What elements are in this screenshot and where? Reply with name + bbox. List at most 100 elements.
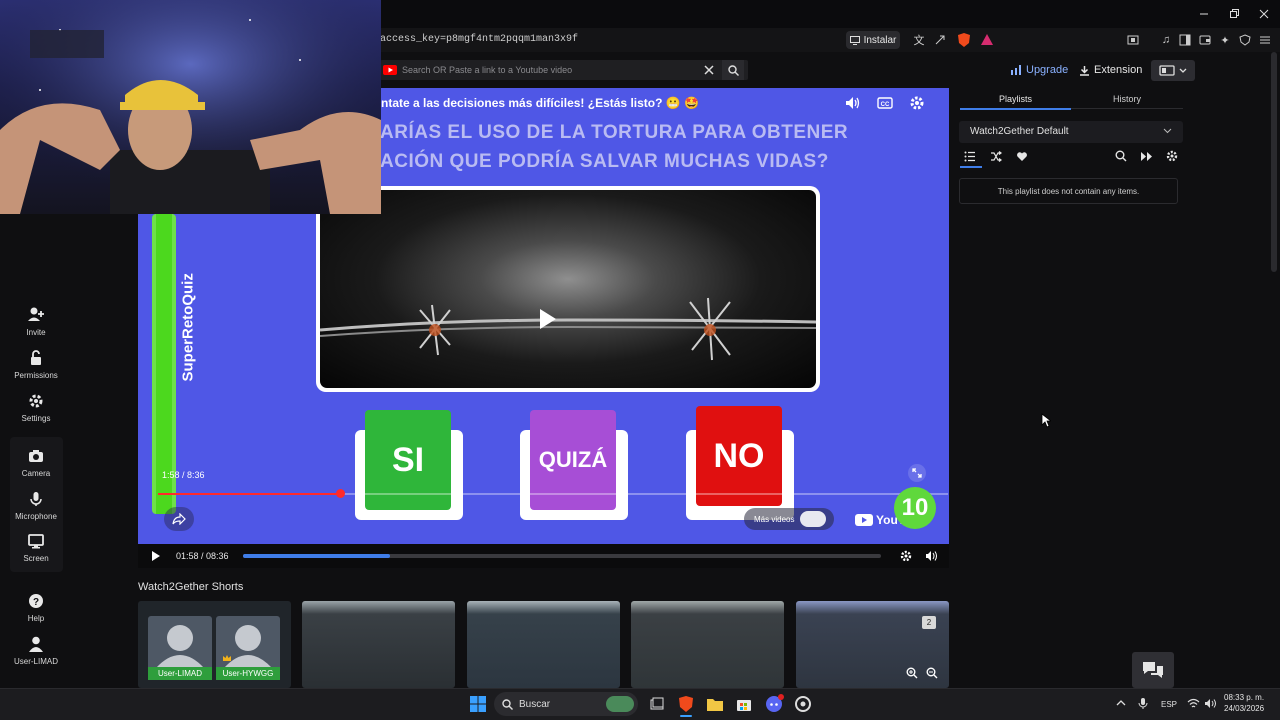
menu-icon[interactable] [1257, 32, 1273, 48]
sidebar-item-camera[interactable]: Camera [8, 447, 64, 478]
playlist-select[interactable]: Watch2Gether Default [959, 121, 1183, 143]
file-explorer-icon[interactable] [707, 697, 723, 711]
search-button[interactable] [722, 60, 744, 80]
list-view-icon[interactable] [964, 151, 976, 162]
chat-icon [1143, 662, 1163, 678]
restore-icon [1230, 9, 1239, 18]
user-video-tile[interactable]: User-HYWGG [216, 616, 280, 680]
question-line: ARÍAS EL USO DE LA TORTURA PARA OBTENER [380, 122, 849, 143]
zoom-out-icon[interactable] [926, 667, 938, 679]
clear-search-icon[interactable] [704, 65, 714, 75]
tab-playlists[interactable]: Playlists [999, 94, 1032, 104]
zoom-in-icon[interactable] [906, 667, 918, 679]
microphone-icon [27, 490, 45, 508]
chat-button[interactable] [1132, 652, 1174, 688]
taskbar-search[interactable]: Buscar [494, 692, 638, 716]
store-icon[interactable] [736, 696, 752, 712]
fast-forward-icon[interactable] [1140, 151, 1153, 162]
install-app-icon [849, 35, 860, 45]
sidebar-item-invite[interactable]: Invite [8, 306, 64, 337]
clock-date: 24/03/2026 [1224, 704, 1265, 713]
heart-icon[interactable] [1016, 151, 1028, 162]
task-view-icon[interactable] [650, 697, 664, 711]
screenshot-icon[interactable] [1125, 32, 1141, 48]
captions-icon[interactable]: CC [877, 96, 893, 110]
barbed-wire-graphic [320, 297, 816, 361]
short-card[interactable] [467, 601, 620, 688]
active-tab-indicator [960, 108, 1071, 110]
layout-dropdown-button[interactable] [1151, 60, 1195, 81]
taskbar-clock[interactable]: 08:33 p. m. 24/03/2026 [1224, 692, 1264, 714]
vpn-shield-icon[interactable] [1237, 32, 1253, 48]
brave-rewards-icon[interactable] [980, 33, 994, 47]
close-window-button[interactable] [1258, 8, 1270, 20]
play-icon[interactable] [538, 308, 558, 330]
upgrade-button[interactable]: Upgrade [1010, 64, 1068, 76]
windows-taskbar [0, 688, 1280, 720]
playback-time: 01:58 / 08:36 [176, 551, 229, 561]
tray-microphone-icon[interactable] [1138, 697, 1148, 710]
short-card[interactable] [302, 601, 455, 688]
more-videos-thumb [800, 511, 827, 527]
chrome-icon[interactable] [795, 696, 811, 712]
sidebar-item-screen[interactable]: Screen [8, 532, 64, 563]
wallet-icon[interactable] [1197, 32, 1213, 48]
minimize-icon [1200, 13, 1208, 15]
sidebar-toggle-icon[interactable] [1177, 32, 1193, 48]
sidebar-item-user[interactable]: User-LIMAD [8, 635, 64, 666]
play-icon [152, 551, 160, 561]
wifi-icon[interactable] [1187, 698, 1200, 709]
more-videos-label: Más videos [754, 514, 795, 524]
close-icon [1259, 9, 1269, 19]
brave-shield-icon[interactable] [957, 32, 971, 48]
share-icon[interactable] [932, 32, 948, 48]
install-button[interactable]: Instalar [846, 31, 900, 49]
tab-history[interactable]: History [1113, 94, 1141, 104]
sidebar-item-settings[interactable]: Settings [8, 392, 64, 423]
answer-option: SI [355, 410, 463, 520]
speaker-icon[interactable] [1204, 698, 1217, 709]
more-videos-button[interactable]: Más videos [744, 508, 834, 530]
clock-time: 08:33 p. m. [1224, 693, 1265, 702]
search-input[interactable] [402, 60, 702, 80]
language-indicator[interactable]: ESP [1161, 700, 1177, 709]
shuffle-icon[interactable] [990, 151, 1002, 162]
search-icon [502, 698, 513, 710]
sidebar-item-microphone[interactable]: Microphone [8, 490, 64, 521]
share-arrow-icon[interactable] [164, 507, 194, 531]
play-button[interactable] [151, 550, 161, 562]
tray-overflow-icon[interactable] [1116, 699, 1126, 707]
minimize-button[interactable] [1198, 8, 1210, 20]
channel-brand-text: SuperRetoQuiz [179, 273, 197, 382]
embedded-progress-handle[interactable] [335, 489, 345, 498]
start-button[interactable] [470, 696, 486, 712]
volume-icon[interactable] [845, 96, 861, 110]
short-card[interactable] [631, 601, 784, 688]
player-settings-button[interactable] [900, 550, 912, 562]
short-card[interactable]: 2 [796, 601, 949, 688]
sidebar-item-label: Help [27, 614, 45, 623]
user-video-tile[interactable]: User-LIMAD [148, 616, 212, 680]
countdown-badge: 10 [894, 487, 936, 529]
translate-icon[interactable]: 文 [911, 32, 927, 48]
playlist-settings-icon[interactable] [1166, 150, 1178, 162]
timer-bar-fill [156, 214, 172, 514]
fullscreen-icon[interactable] [908, 464, 926, 482]
leo-ai-icon[interactable]: ✦ [1217, 32, 1233, 48]
playlist-search-icon[interactable] [1115, 150, 1127, 162]
restore-button[interactable] [1228, 8, 1240, 20]
player-volume-button[interactable] [925, 550, 938, 562]
sidebar-item-label: Microphone [15, 512, 57, 521]
sidebar-item-help[interactable]: ? Help [8, 592, 64, 623]
video-settings-icon[interactable] [909, 95, 925, 111]
embedded-progress-fill [158, 493, 340, 495]
url-text[interactable]: access_key=p8mgf4ntm2pqqm1man3x9f [380, 34, 578, 45]
mouse-cursor [1041, 413, 1051, 428]
sidebar-item-label: Settings [21, 414, 51, 423]
sidebar-item-label: Camera [21, 469, 51, 478]
sidebar-item-permissions[interactable]: Permissions [8, 349, 64, 380]
brave-browser-icon[interactable] [678, 695, 694, 713]
extension-button[interactable]: Extension [1079, 64, 1142, 76]
page-scrollbar[interactable] [1271, 52, 1277, 272]
music-icon[interactable]: ♫ [1158, 32, 1174, 48]
